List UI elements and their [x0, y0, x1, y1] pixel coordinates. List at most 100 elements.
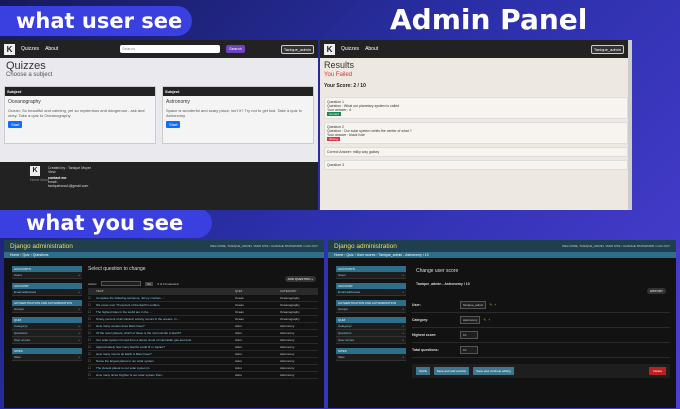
history-button[interactable]: HISTORY [646, 288, 666, 294]
search-button[interactable]: Search [226, 45, 245, 53]
breadcrumb[interactable]: Home › Quiz › Questions [4, 252, 324, 258]
table-cell[interactable]: The highest tides in the world are in th… [96, 310, 235, 314]
edit-icon[interactable]: ✎ [483, 318, 486, 322]
sidebar-item[interactable]: Users + [12, 272, 82, 279]
row-checkbox[interactable]: ☐ [88, 303, 96, 307]
table-row[interactable]: ☐ Ninety percent of all volcanic activity… [88, 316, 318, 323]
go-button[interactable]: Go [145, 281, 154, 286]
sidebar-item[interactable]: User scores + [336, 337, 406, 344]
footer-email[interactable]: taniqueboss1@gmail.com [48, 184, 91, 188]
scrollbar[interactable] [628, 40, 632, 210]
add-icon[interactable]: + [78, 290, 80, 294]
sidebar-item[interactable]: Questions + [12, 330, 82, 337]
row-checkbox[interactable]: ☐ [88, 296, 96, 300]
site-title[interactable]: Django administration [334, 243, 397, 250]
save-add-another-button[interactable]: Save and add another [433, 367, 470, 375]
start-button[interactable]: Start [166, 121, 181, 128]
category-select[interactable]: Astronomy [460, 316, 481, 324]
row-checkbox[interactable]: ☐ [88, 359, 96, 363]
sidebar-item[interactable]: Users + [336, 272, 406, 279]
row-checkbox[interactable]: ☐ [88, 338, 96, 342]
table-cell[interactable]: The closest planet to our solar system i… [96, 366, 235, 370]
add-icon[interactable]: + [488, 318, 490, 322]
sidebar-item[interactable]: Sites + [12, 354, 82, 361]
table-row[interactable]: ☐ Name the largest planet in our solar sy… [88, 358, 318, 365]
row-checkbox[interactable]: ☐ [88, 373, 96, 377]
table-row[interactable]: ☐ Complete the following sentence, 'all m… [88, 295, 318, 302]
total-questions-input[interactable]: 10 [460, 346, 478, 354]
start-button[interactable]: Start [8, 121, 23, 128]
save-button[interactable]: SAVE [416, 367, 430, 375]
add-icon[interactable]: + [402, 307, 404, 311]
add-icon[interactable]: + [402, 324, 404, 328]
add-icon[interactable]: + [402, 355, 404, 359]
nav-about[interactable]: About [45, 46, 58, 52]
row-checkbox[interactable]: ☐ [88, 310, 96, 314]
add-icon[interactable]: + [78, 331, 80, 335]
table-cell[interactable]: We cover over 70 percent of the Earth's … [96, 303, 235, 307]
table-cell[interactable]: Ninety percent of all volcanic activity … [96, 317, 235, 321]
table-cell[interactable]: How many oceans does Mars have? [96, 324, 235, 328]
table-row[interactable]: ☐ Of the outer planets, which of these is… [88, 330, 318, 337]
sidebar-item[interactable]: Email addresses + [336, 289, 406, 296]
user-button[interactable]: Tanique_admin [590, 44, 624, 54]
add-question-button[interactable]: ADD QUESTION + [284, 276, 316, 282]
add-icon[interactable]: + [78, 273, 80, 277]
user-tools[interactable]: WELCOME, TANIQUE_ADMIN. VIEW SITE / CHAN… [562, 244, 670, 248]
table-cell[interactable]: Name the largest planet in our solar sys… [96, 359, 235, 363]
table-cell[interactable]: Complete the following sentence, 'all my… [96, 296, 235, 300]
edit-icon[interactable]: ✎ [489, 303, 492, 307]
table-row[interactable]: ☐ The closest planet to our solar system … [88, 365, 318, 372]
table-cell[interactable]: How many times brighter is our solar sys… [96, 373, 235, 377]
user-tools[interactable]: WELCOME, TANIQUE_ADMIN. VIEW SITE / CHAN… [210, 244, 318, 248]
sidebar-item[interactable]: Sites + [336, 354, 406, 361]
row-checkbox[interactable]: ☐ [88, 352, 96, 356]
table-cell[interactable]: Approximately how many Earths could fit … [96, 345, 235, 349]
save-continue-button[interactable]: Save and continue editing [473, 367, 514, 375]
add-icon[interactable]: + [78, 338, 80, 342]
table-row[interactable]: ☐ Our solar system formed from a dense cl… [88, 337, 318, 344]
table-row[interactable]: ☐ How many oceans does Mars have? Astro Ast… [88, 323, 318, 330]
sidebar-item[interactable]: Groups + [336, 306, 406, 313]
row-checkbox[interactable]: ☐ [88, 331, 96, 335]
add-icon[interactable]: + [402, 290, 404, 294]
action-select[interactable] [101, 281, 142, 286]
add-icon[interactable]: + [78, 355, 80, 359]
add-icon[interactable]: + [402, 273, 404, 277]
nav-quizzes[interactable]: Quizzes [21, 46, 39, 52]
sidebar-item[interactable]: User scores + [12, 337, 82, 344]
sidebar-item[interactable]: Groups + [12, 306, 82, 313]
table-row[interactable]: ☐ The highest tides in the world are in t… [88, 309, 318, 316]
add-icon[interactable]: + [494, 303, 496, 307]
delete-button[interactable]: Delete [649, 367, 666, 375]
sidebar-item[interactable]: Questions + [336, 330, 406, 337]
col-quiz[interactable]: QUIZ [235, 289, 280, 293]
add-icon[interactable]: + [78, 307, 80, 311]
highest-score-input[interactable]: 10 [460, 331, 478, 339]
table-row[interactable]: ☐ How many times brighter is our solar sy… [88, 372, 318, 379]
row-checkbox[interactable]: ☐ [88, 317, 96, 321]
site-title[interactable]: Django administration [10, 243, 73, 250]
search-input[interactable]: Search [120, 45, 221, 53]
table-row[interactable]: ☐ Approximately how many Earths could fit… [88, 344, 318, 351]
sidebar-item[interactable]: Email addresses + [12, 289, 82, 296]
col-category[interactable]: CATEGORY [280, 289, 318, 293]
user-button[interactable]: Tanique_admin [280, 44, 314, 54]
table-cell[interactable]: Our solar system formed from a dense clo… [96, 338, 235, 342]
user-select[interactable]: Tanique_admin [460, 301, 487, 309]
nav-quizzes[interactable]: Quizzes [341, 46, 359, 52]
col-text[interactable]: TEXT [96, 289, 235, 293]
add-icon[interactable]: + [402, 331, 404, 335]
table-row[interactable]: ☐ We cover over 70 percent of the Earth's… [88, 302, 318, 309]
sidebar-item[interactable]: Categorys + [12, 323, 82, 330]
nav-about[interactable]: About [365, 46, 378, 52]
row-checkbox[interactable]: ☐ [88, 324, 96, 328]
breadcrumb[interactable]: Home › Quiz › User scores › Tanique_admi… [328, 252, 676, 258]
add-icon[interactable]: + [78, 324, 80, 328]
table-row[interactable]: ☐ How many moons do Earth & Mars have? Ast… [88, 351, 318, 358]
select-all-checkbox[interactable] [88, 289, 96, 293]
sidebar-item[interactable]: Categorys + [336, 323, 406, 330]
row-checkbox[interactable]: ☐ [88, 366, 96, 370]
table-cell[interactable]: Of the outer planets, which of these is … [96, 331, 235, 335]
add-icon[interactable]: + [402, 338, 404, 342]
